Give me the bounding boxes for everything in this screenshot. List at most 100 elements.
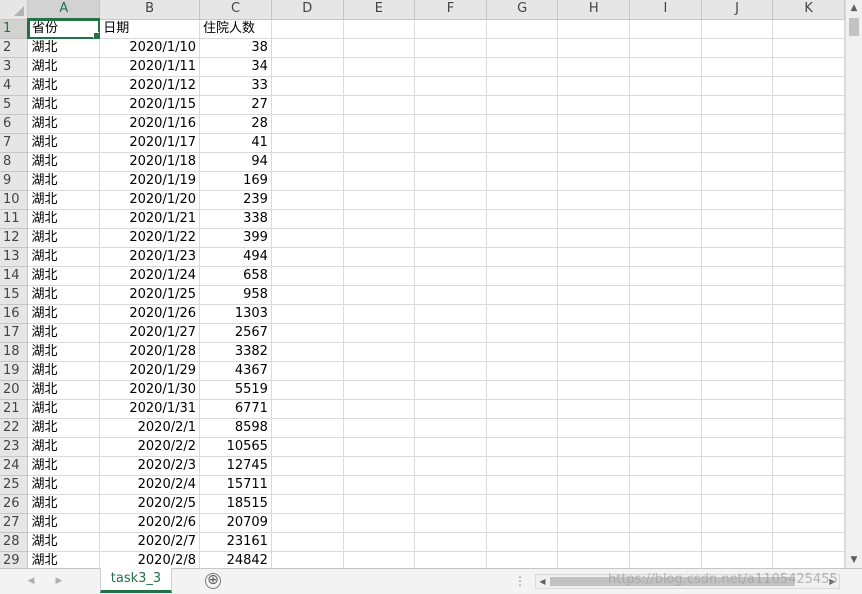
left-arrow-icon[interactable]: ◀ (536, 575, 549, 588)
row-header[interactable]: 27 (0, 513, 29, 533)
cell-count[interactable]: 23161 (199, 532, 272, 552)
empty-cell[interactable] (772, 19, 845, 39)
row-header[interactable]: 17 (0, 323, 29, 343)
empty-cell[interactable] (557, 532, 631, 552)
empty-cell[interactable] (486, 532, 559, 552)
down-arrow-icon[interactable]: ▼ (846, 552, 862, 568)
cell-date[interactable]: 2020/1/20 (99, 190, 201, 210)
cell-province[interactable]: 湖北 (27, 437, 101, 457)
empty-cell[interactable] (271, 380, 344, 400)
empty-cell[interactable] (772, 494, 845, 514)
empty-cell[interactable] (343, 475, 416, 495)
empty-cell[interactable] (557, 228, 631, 248)
column-header-f[interactable]: F (414, 0, 487, 20)
cell-count[interactable]: 6771 (199, 399, 272, 419)
empty-cell[interactable] (772, 38, 845, 58)
empty-cell[interactable] (414, 114, 487, 134)
cell-date[interactable]: 2020/1/25 (99, 285, 201, 305)
empty-cell[interactable] (629, 380, 702, 400)
empty-cell[interactable] (271, 76, 344, 96)
cell-date[interactable]: 2020/2/4 (99, 475, 201, 495)
empty-cell[interactable] (414, 361, 487, 381)
cell-province[interactable]: 湖北 (27, 57, 101, 77)
empty-cell[interactable] (271, 456, 344, 476)
cell-count[interactable]: 958 (199, 285, 272, 305)
empty-cell[interactable] (629, 171, 702, 191)
empty-cell[interactable] (629, 456, 702, 476)
cell-c1[interactable]: 住院人数 (199, 19, 272, 39)
empty-cell[interactable] (486, 399, 559, 419)
column-header-g[interactable]: G (486, 0, 559, 20)
cell-count[interactable]: 27 (199, 95, 272, 115)
empty-cell[interactable] (414, 418, 487, 438)
empty-cell[interactable] (629, 437, 702, 457)
cell-province[interactable]: 湖北 (27, 190, 101, 210)
cell-province[interactable]: 湖北 (27, 475, 101, 495)
empty-cell[interactable] (557, 171, 631, 191)
empty-cell[interactable] (701, 342, 774, 362)
cell-province[interactable]: 湖北 (27, 323, 101, 343)
cell-date[interactable]: 2020/1/22 (99, 228, 201, 248)
row-header[interactable]: 22 (0, 418, 29, 438)
empty-cell[interactable] (772, 133, 845, 153)
cell-province[interactable]: 湖北 (27, 418, 101, 438)
row-header[interactable]: 4 (0, 76, 29, 96)
empty-cell[interactable] (343, 361, 416, 381)
cell-date[interactable]: 2020/2/6 (99, 513, 201, 533)
cell-province[interactable]: 湖北 (27, 285, 101, 305)
empty-cell[interactable] (701, 266, 774, 286)
empty-cell[interactable] (629, 304, 702, 324)
cell-date[interactable]: 2020/2/1 (99, 418, 201, 438)
cell-province[interactable]: 湖北 (27, 456, 101, 476)
cell-count[interactable]: 18515 (199, 494, 272, 514)
column-header-k[interactable]: K (772, 0, 845, 20)
cell-count[interactable]: 38 (199, 38, 272, 58)
tab-splitter-handle[interactable]: ⋮ (514, 574, 526, 588)
empty-cell[interactable] (414, 152, 487, 172)
empty-cell[interactable] (557, 19, 631, 39)
empty-cell[interactable] (271, 19, 344, 39)
cell-count[interactable]: 1303 (199, 304, 272, 324)
empty-cell[interactable] (557, 418, 631, 438)
row-header[interactable]: 19 (0, 361, 29, 381)
cell-province[interactable]: 湖北 (27, 76, 101, 96)
cell-date[interactable]: 2020/1/30 (99, 380, 201, 400)
empty-cell[interactable] (557, 152, 631, 172)
empty-cell[interactable] (486, 38, 559, 58)
empty-cell[interactable] (486, 361, 559, 381)
empty-cell[interactable] (343, 494, 416, 514)
cell-count[interactable]: 399 (199, 228, 272, 248)
empty-cell[interactable] (701, 152, 774, 172)
empty-cell[interactable] (343, 57, 416, 77)
empty-cell[interactable] (629, 95, 702, 115)
cell-province[interactable]: 湖北 (27, 152, 101, 172)
cell-province[interactable]: 湖北 (27, 95, 101, 115)
empty-cell[interactable] (343, 513, 416, 533)
empty-cell[interactable] (629, 551, 702, 568)
row-header[interactable]: 14 (0, 266, 29, 286)
empty-cell[interactable] (486, 152, 559, 172)
empty-cell[interactable] (772, 532, 845, 552)
empty-cell[interactable] (414, 190, 487, 210)
empty-cell[interactable] (629, 247, 702, 267)
empty-cell[interactable] (271, 38, 344, 58)
empty-cell[interactable] (701, 418, 774, 438)
empty-cell[interactable] (629, 152, 702, 172)
empty-cell[interactable] (271, 304, 344, 324)
cell-count[interactable]: 658 (199, 266, 272, 286)
empty-cell[interactable] (701, 19, 774, 39)
empty-cell[interactable] (629, 133, 702, 153)
empty-cell[interactable] (343, 114, 416, 134)
empty-cell[interactable] (271, 323, 344, 343)
empty-cell[interactable] (772, 76, 845, 96)
empty-cell[interactable] (629, 228, 702, 248)
cell-date[interactable]: 2020/1/26 (99, 304, 201, 324)
cell-count[interactable]: 33 (199, 76, 272, 96)
empty-cell[interactable] (629, 494, 702, 514)
cell-province[interactable]: 湖北 (27, 228, 101, 248)
column-header-b[interactable]: B (99, 0, 201, 20)
empty-cell[interactable] (414, 19, 487, 39)
cell-province[interactable]: 湖北 (27, 247, 101, 267)
column-header-a[interactable]: A (27, 0, 101, 20)
empty-cell[interactable] (701, 114, 774, 134)
